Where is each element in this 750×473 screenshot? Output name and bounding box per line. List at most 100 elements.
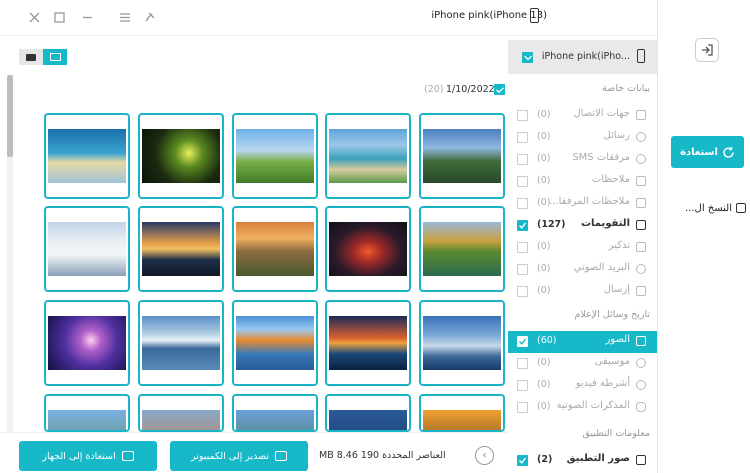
list-view-icon[interactable] xyxy=(19,49,43,65)
photo-thumbnail[interactable] xyxy=(419,113,505,199)
photo-thumbnail[interactable] xyxy=(232,300,318,386)
checkbox[interactable] xyxy=(517,358,528,369)
category-count: (0) xyxy=(537,175,551,186)
bookmark-icon xyxy=(636,286,646,296)
category-music[interactable]: (0) موسيقى xyxy=(508,353,657,375)
checkbox[interactable] xyxy=(517,110,528,121)
music-icon xyxy=(636,358,646,368)
category-note-attachments[interactable]: (0) ملاحظات المرفقا... xyxy=(508,193,657,215)
date-count: (20) xyxy=(424,84,444,95)
category-label: ملاحظات المرفقا... xyxy=(549,196,630,207)
maximize-icon[interactable] xyxy=(52,10,66,24)
checkbox-checked[interactable] xyxy=(517,220,528,231)
category-calendars[interactable]: (127) التقويمات xyxy=(508,215,657,237)
category-count: (0) xyxy=(537,131,551,142)
photo-thumbnail[interactable] xyxy=(325,300,411,386)
restore-to-device-button[interactable]: استعادة إلى الجهاز xyxy=(19,441,157,471)
photo-thumbnail[interactable] xyxy=(325,113,411,199)
category-reminders[interactable]: (0) تذكير xyxy=(508,237,657,259)
calendar-icon xyxy=(636,220,646,230)
checkbox[interactable] xyxy=(517,176,528,187)
device-row[interactable]: iPhone pink(iPho... xyxy=(508,40,657,74)
category-label: تذكير xyxy=(608,240,630,251)
category-count: (0) xyxy=(537,379,551,390)
restore-nav-button[interactable]: استعادة xyxy=(671,136,744,168)
image-icon xyxy=(636,336,646,346)
login-icon[interactable] xyxy=(695,38,719,62)
menu-icon[interactable] xyxy=(118,10,132,24)
category-bookmarks[interactable]: (0) إرسال xyxy=(508,281,657,303)
grid-view-icon[interactable] xyxy=(43,49,67,65)
category-voice-memos[interactable]: (0) المذكرات الصوتية xyxy=(508,397,657,419)
restore-nav-label: استعادة xyxy=(680,146,718,158)
category-label: ملاحظات xyxy=(591,174,630,185)
category-messages[interactable]: (0) رسائل xyxy=(508,127,657,149)
photo-thumbnail[interactable] xyxy=(232,394,318,432)
checkbox[interactable] xyxy=(517,380,528,391)
category-app-photos[interactable]: (2) صور التطبيق xyxy=(508,450,657,472)
photo-thumbnail[interactable] xyxy=(419,300,505,386)
microphone-icon xyxy=(636,402,646,412)
section-special-data: بيانات خاصة xyxy=(602,83,650,94)
category-voicemail[interactable]: (0) البريد الصوتي xyxy=(508,259,657,281)
device-name: iPhone pink(iPho... xyxy=(541,51,630,62)
bottom-action-bar: استعادة إلى الجهاز تصدير إلى الكمبيوتر ا… xyxy=(0,432,508,473)
checkbox[interactable] xyxy=(517,242,528,253)
category-notes[interactable]: (0) ملاحظات xyxy=(508,171,657,193)
photo-thumbnail[interactable] xyxy=(419,206,505,292)
category-contacts[interactable]: (0) جهات الاتصال xyxy=(508,105,657,127)
checkbox[interactable] xyxy=(517,154,528,165)
phone-icon xyxy=(637,49,645,63)
category-label: صور التطبيق xyxy=(566,453,630,464)
checkbox[interactable] xyxy=(517,198,528,209)
photo-thumbnail[interactable] xyxy=(419,394,505,432)
category-videos[interactable]: (0) أشرطة فيديو xyxy=(508,375,657,397)
export-to-computer-button[interactable]: تصدير إلى الكمبيوتر xyxy=(170,441,308,471)
photo-thumbnail[interactable] xyxy=(138,394,224,432)
backup-nav-label: النسخ ال... xyxy=(685,202,732,214)
category-count: (0) xyxy=(537,263,551,274)
backup-nav-item[interactable]: النسخ ال... xyxy=(676,200,746,216)
note-attachment-icon xyxy=(636,198,646,208)
photo-thumbnail[interactable] xyxy=(138,300,224,386)
chevron-left-icon[interactable]: ‹ xyxy=(475,446,494,465)
photo-thumbnail[interactable] xyxy=(138,206,224,292)
date-group-header: (20) 1/10/2022 xyxy=(412,83,507,97)
category-photos[interactable]: (60) الصور xyxy=(508,331,657,353)
date-label: 1/10/2022 xyxy=(446,84,495,95)
checkbox[interactable] xyxy=(517,286,528,297)
photo-thumbnail[interactable] xyxy=(138,113,224,199)
category-label: إرسال xyxy=(603,284,630,295)
photo-thumbnail[interactable] xyxy=(325,394,411,432)
checkbox-checked[interactable] xyxy=(517,336,528,347)
photo-thumbnail[interactable] xyxy=(44,113,130,199)
checkbox[interactable] xyxy=(517,402,528,413)
photo-thumbnail[interactable] xyxy=(44,394,130,432)
photo-thumbnail[interactable] xyxy=(44,300,130,386)
category-label: أشرطة فيديو xyxy=(575,378,630,389)
section-app-info: معلومات التطبيق xyxy=(582,428,650,439)
category-label: البريد الصوتي xyxy=(573,262,630,273)
category-count: (0) xyxy=(537,285,551,296)
category-label: مرفقات SMS xyxy=(572,152,630,163)
scrollbar-thumb[interactable] xyxy=(7,75,13,157)
photo-thumbnail[interactable] xyxy=(232,113,318,199)
minimize-icon[interactable] xyxy=(80,10,94,24)
date-checkbox[interactable] xyxy=(494,84,505,95)
device-restore-icon xyxy=(121,451,134,461)
title-bar: (iPhone pink(iPhone 13 xyxy=(0,0,657,36)
section-media: تاريخ وسائل الإعلام xyxy=(574,309,651,320)
pin-icon[interactable] xyxy=(143,10,157,24)
device-checkbox[interactable] xyxy=(522,52,533,63)
checkbox[interactable] xyxy=(517,264,528,275)
checkbox[interactable] xyxy=(517,132,528,143)
video-icon xyxy=(636,380,646,390)
photo-thumbnail[interactable] xyxy=(232,206,318,292)
category-count: (0) xyxy=(537,241,551,252)
close-icon[interactable] xyxy=(27,10,41,24)
category-sms-attachments[interactable]: (0) مرفقات SMS xyxy=(508,149,657,171)
photo-thumbnail[interactable] xyxy=(325,206,411,292)
checkbox-checked[interactable] xyxy=(517,455,528,466)
photo-thumbnail[interactable] xyxy=(44,206,130,292)
category-label: المذكرات الصوتية xyxy=(556,400,630,411)
